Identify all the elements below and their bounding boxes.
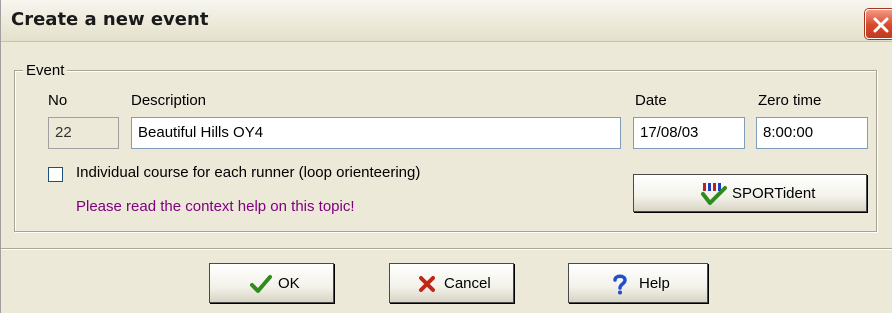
no-label: No <box>48 92 68 109</box>
checkmark-icon <box>250 274 272 298</box>
dialog-title: Create a new event <box>11 9 209 30</box>
sportident-button[interactable]: SPORTident <box>633 174 867 212</box>
ok-label: OK <box>278 275 300 292</box>
description-label: Description <box>131 92 207 109</box>
zero-time-label: Zero time <box>758 92 822 109</box>
date-label: Date <box>635 92 667 109</box>
event-number-field: 22 <box>48 117 119 149</box>
date-field[interactable]: 17/08/03 <box>633 117 745 149</box>
help-button[interactable]: Help <box>568 263 708 303</box>
question-icon <box>611 273 629 299</box>
sportident-label: SPORTident <box>732 185 816 202</box>
cancel-button[interactable]: Cancel <box>389 263 514 303</box>
cancel-label: Cancel <box>444 275 491 292</box>
close-button[interactable] <box>865 9 892 39</box>
x-icon <box>418 275 436 297</box>
separator <box>1 248 892 250</box>
loop-orienteering-label[interactable]: Individual course for each runner (loop … <box>76 164 420 181</box>
create-event-dialog: Create a new event Event No Description … <box>0 0 892 313</box>
close-icon <box>873 17 889 33</box>
help-label: Help <box>639 275 670 292</box>
loop-orienteering-checkbox[interactable] <box>48 167 63 182</box>
title-bar: Create a new event <box>1 0 892 42</box>
event-group-legend: Event <box>23 62 68 79</box>
sportident-icon <box>700 182 728 210</box>
zero-time-field[interactable]: 8:00:00 <box>756 117 868 149</box>
ok-button[interactable]: OK <box>209 263 334 303</box>
context-help-note: Please read the context help on this top… <box>76 198 355 215</box>
description-field[interactable]: Beautiful Hills OY4 <box>131 117 621 149</box>
